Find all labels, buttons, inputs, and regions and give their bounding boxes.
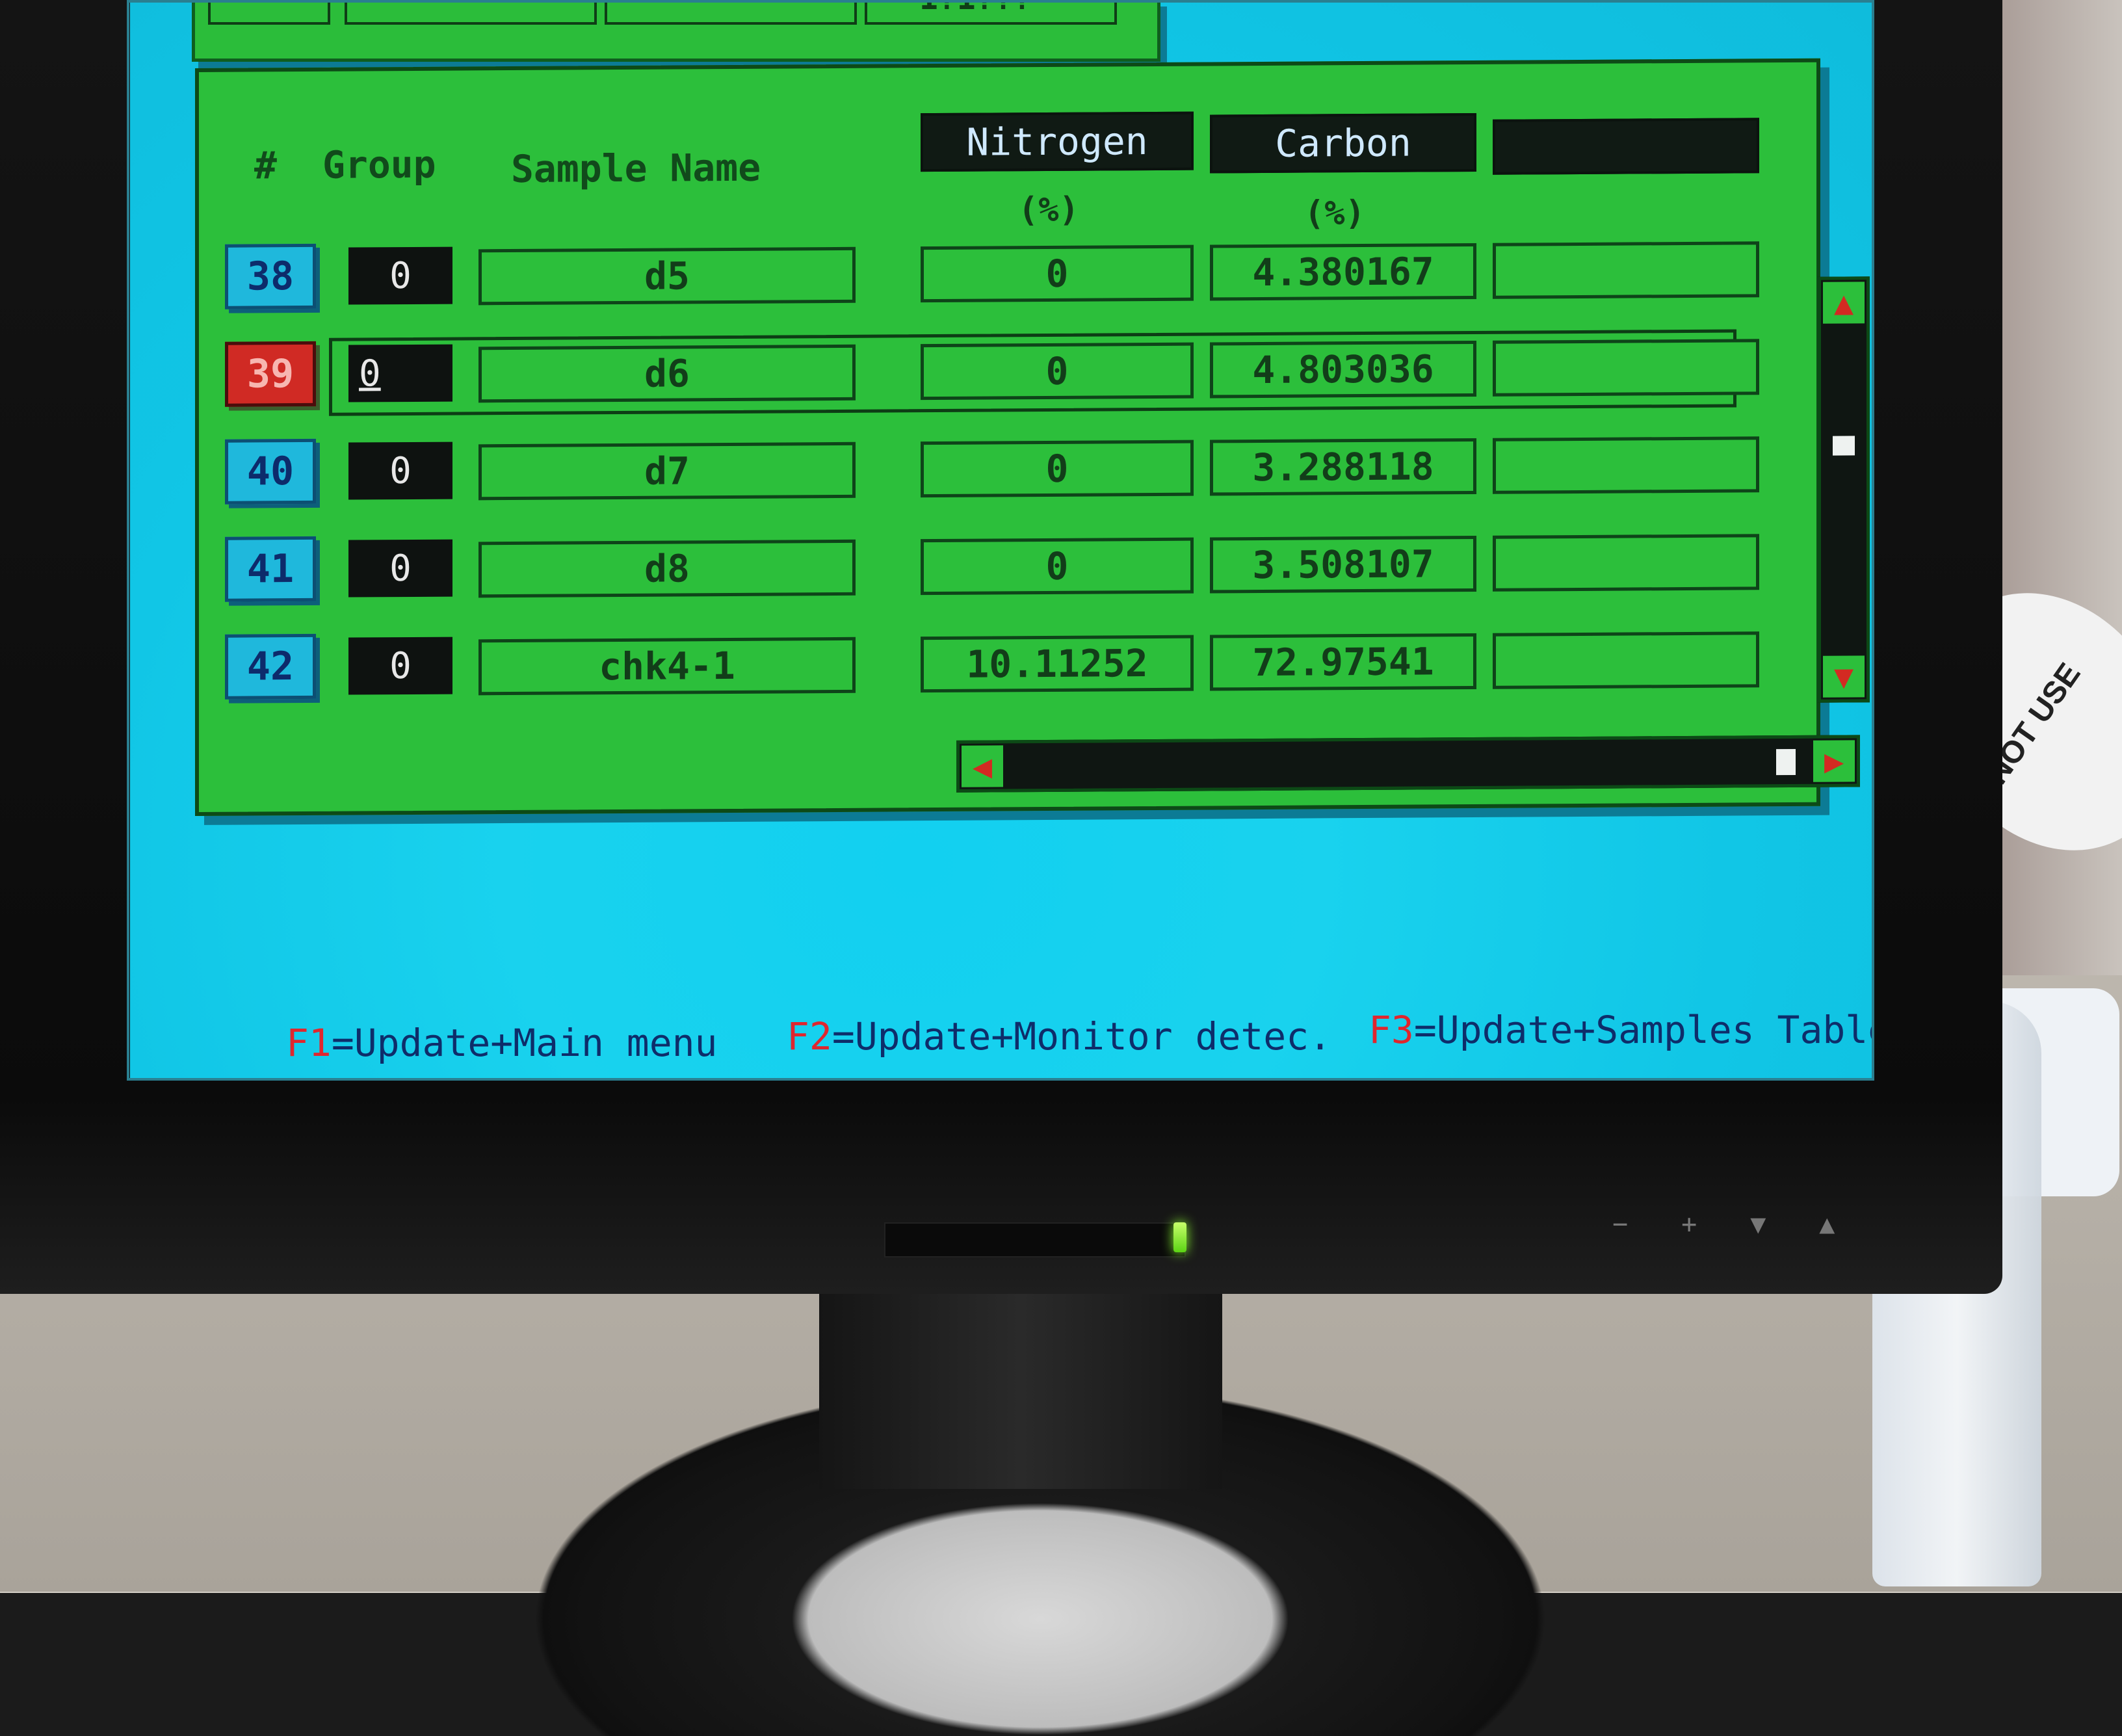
carbon-field[interactable]: 72.97541 xyxy=(1210,633,1476,691)
group-field[interactable]: 0 xyxy=(348,637,452,695)
extra-field[interactable] xyxy=(1493,241,1759,299)
f2-shortcut[interactable]: F2=Update+Monitor detec. xyxy=(787,1014,1331,1059)
header-num: # xyxy=(254,143,277,188)
header-extra xyxy=(1493,118,1759,175)
nitrogen-field[interactable]: 0 xyxy=(921,244,1194,303)
f2-text: =Update+Monitor detec. xyxy=(832,1014,1332,1059)
f2-key: F2 xyxy=(787,1014,832,1059)
sample-name-field[interactable]: chk4-1 xyxy=(478,637,856,696)
table-row-selected[interactable]: 39 0 d6 0 4.803036 xyxy=(225,329,1759,416)
extra-field[interactable] xyxy=(1493,339,1759,397)
monitor-down-button[interactable]: ▼ xyxy=(1750,1209,1766,1239)
scroll-down-icon[interactable]: ▼ xyxy=(1823,655,1865,698)
monitor-minus-button[interactable]: − xyxy=(1612,1209,1628,1239)
scroll-up-icon[interactable]: ▲ xyxy=(1823,282,1865,324)
horizontal-scrollbar[interactable]: ◀ ▶ xyxy=(956,735,1860,793)
table-row[interactable]: 42 0 chk4-1 10.11252 72.97541 xyxy=(225,625,1759,705)
header-nitrogen: Nitrogen xyxy=(921,111,1194,172)
nitrogen-field[interactable]: 10.11252 xyxy=(921,635,1194,693)
f3-shortcut[interactable]: F3=Update+Samples Table xyxy=(1369,1008,1872,1052)
top-partial-panel: 1?1??? xyxy=(192,0,1160,62)
table-row[interactable]: 40 0 d7 0 3.288118 xyxy=(225,430,1759,510)
monitor-plus-button[interactable]: + xyxy=(1681,1209,1697,1239)
horizontal-scroll-thumb[interactable] xyxy=(1775,748,1796,776)
sample-name-field[interactable]: d6 xyxy=(478,344,856,403)
top-cell: 1?1??? xyxy=(865,0,1117,25)
f1-key: F1 xyxy=(286,1021,332,1065)
f1-shortcut[interactable]: F1=Update+Main menu xyxy=(286,1021,717,1065)
f3-key: F3 xyxy=(1369,1008,1414,1052)
group-field[interactable]: 0 xyxy=(348,246,452,305)
carbon-field[interactable]: 4.380167 xyxy=(1210,243,1476,301)
header-carbon: Carbon xyxy=(1210,112,1476,174)
group-field[interactable]: 0 xyxy=(348,441,452,500)
row-number-active[interactable]: 39 xyxy=(225,341,316,407)
header-sample-name: Sample Name xyxy=(511,145,761,192)
sample-name-field[interactable]: d8 xyxy=(478,539,856,598)
top-cell xyxy=(605,0,857,25)
carbon-field[interactable]: 4.803036 xyxy=(1210,340,1476,399)
group-field-editing[interactable]: 0 xyxy=(348,344,452,402)
crt-screen: 1?1??? # Group Sample Name Nitrogen Carb… xyxy=(130,0,1872,1079)
top-cell xyxy=(345,0,597,25)
extra-field[interactable] xyxy=(1493,436,1759,494)
vertical-scroll-thumb[interactable] xyxy=(1833,435,1855,456)
f3-text: =Update+Samples Table xyxy=(1413,1008,1872,1052)
sample-name-field[interactable]: d7 xyxy=(478,441,856,501)
bezel-strip xyxy=(884,1222,1186,1257)
nitrogen-field[interactable]: 0 xyxy=(921,537,1194,596)
monitor-up-button[interactable]: ▲ xyxy=(1819,1209,1835,1239)
vertical-scrollbar[interactable]: ▲ ▼ xyxy=(1818,276,1870,703)
row-number[interactable]: 40 xyxy=(225,438,316,505)
carbon-field[interactable]: 3.288118 xyxy=(1210,438,1476,496)
function-key-bar: F1=Update+Main menu F2=Update+Monitor de… xyxy=(208,1001,1872,1065)
top-cell-value: 1?1??? xyxy=(919,0,1032,17)
unit-carbon: (%) xyxy=(1304,194,1365,233)
header-group: Group xyxy=(322,142,436,187)
samples-table-panel: # Group Sample Name Nitrogen Carbon (%) … xyxy=(195,58,1870,817)
table-row[interactable]: 41 0 d8 0 3.508107 xyxy=(225,527,1759,608)
sample-name-field[interactable]: d5 xyxy=(478,246,856,306)
top-cell xyxy=(208,0,330,25)
scroll-left-icon[interactable]: ◀ xyxy=(962,745,1003,787)
f1-text: =Update+Main menu xyxy=(331,1021,718,1065)
row-number[interactable]: 38 xyxy=(225,243,316,309)
scroll-right-icon[interactable]: ▶ xyxy=(1813,740,1855,782)
monitor-buttons: − + ▼ ▲ xyxy=(1612,1209,1898,1239)
carbon-field[interactable]: 3.508107 xyxy=(1210,535,1476,594)
table-row[interactable]: 38 0 d5 0 4.380167 xyxy=(225,235,1759,315)
extra-field[interactable] xyxy=(1493,631,1759,689)
nitrogen-field[interactable]: 0 xyxy=(921,342,1194,401)
row-number[interactable]: 41 xyxy=(225,536,316,602)
power-led-icon xyxy=(1173,1222,1186,1252)
group-field[interactable]: 0 xyxy=(348,539,452,598)
row-number[interactable]: 42 xyxy=(225,633,316,700)
extra-field[interactable] xyxy=(1493,534,1759,592)
nitrogen-field[interactable]: 0 xyxy=(921,440,1194,498)
unit-nitrogen: (%) xyxy=(1018,190,1079,230)
monitor-stand-neck xyxy=(819,1274,1222,1489)
